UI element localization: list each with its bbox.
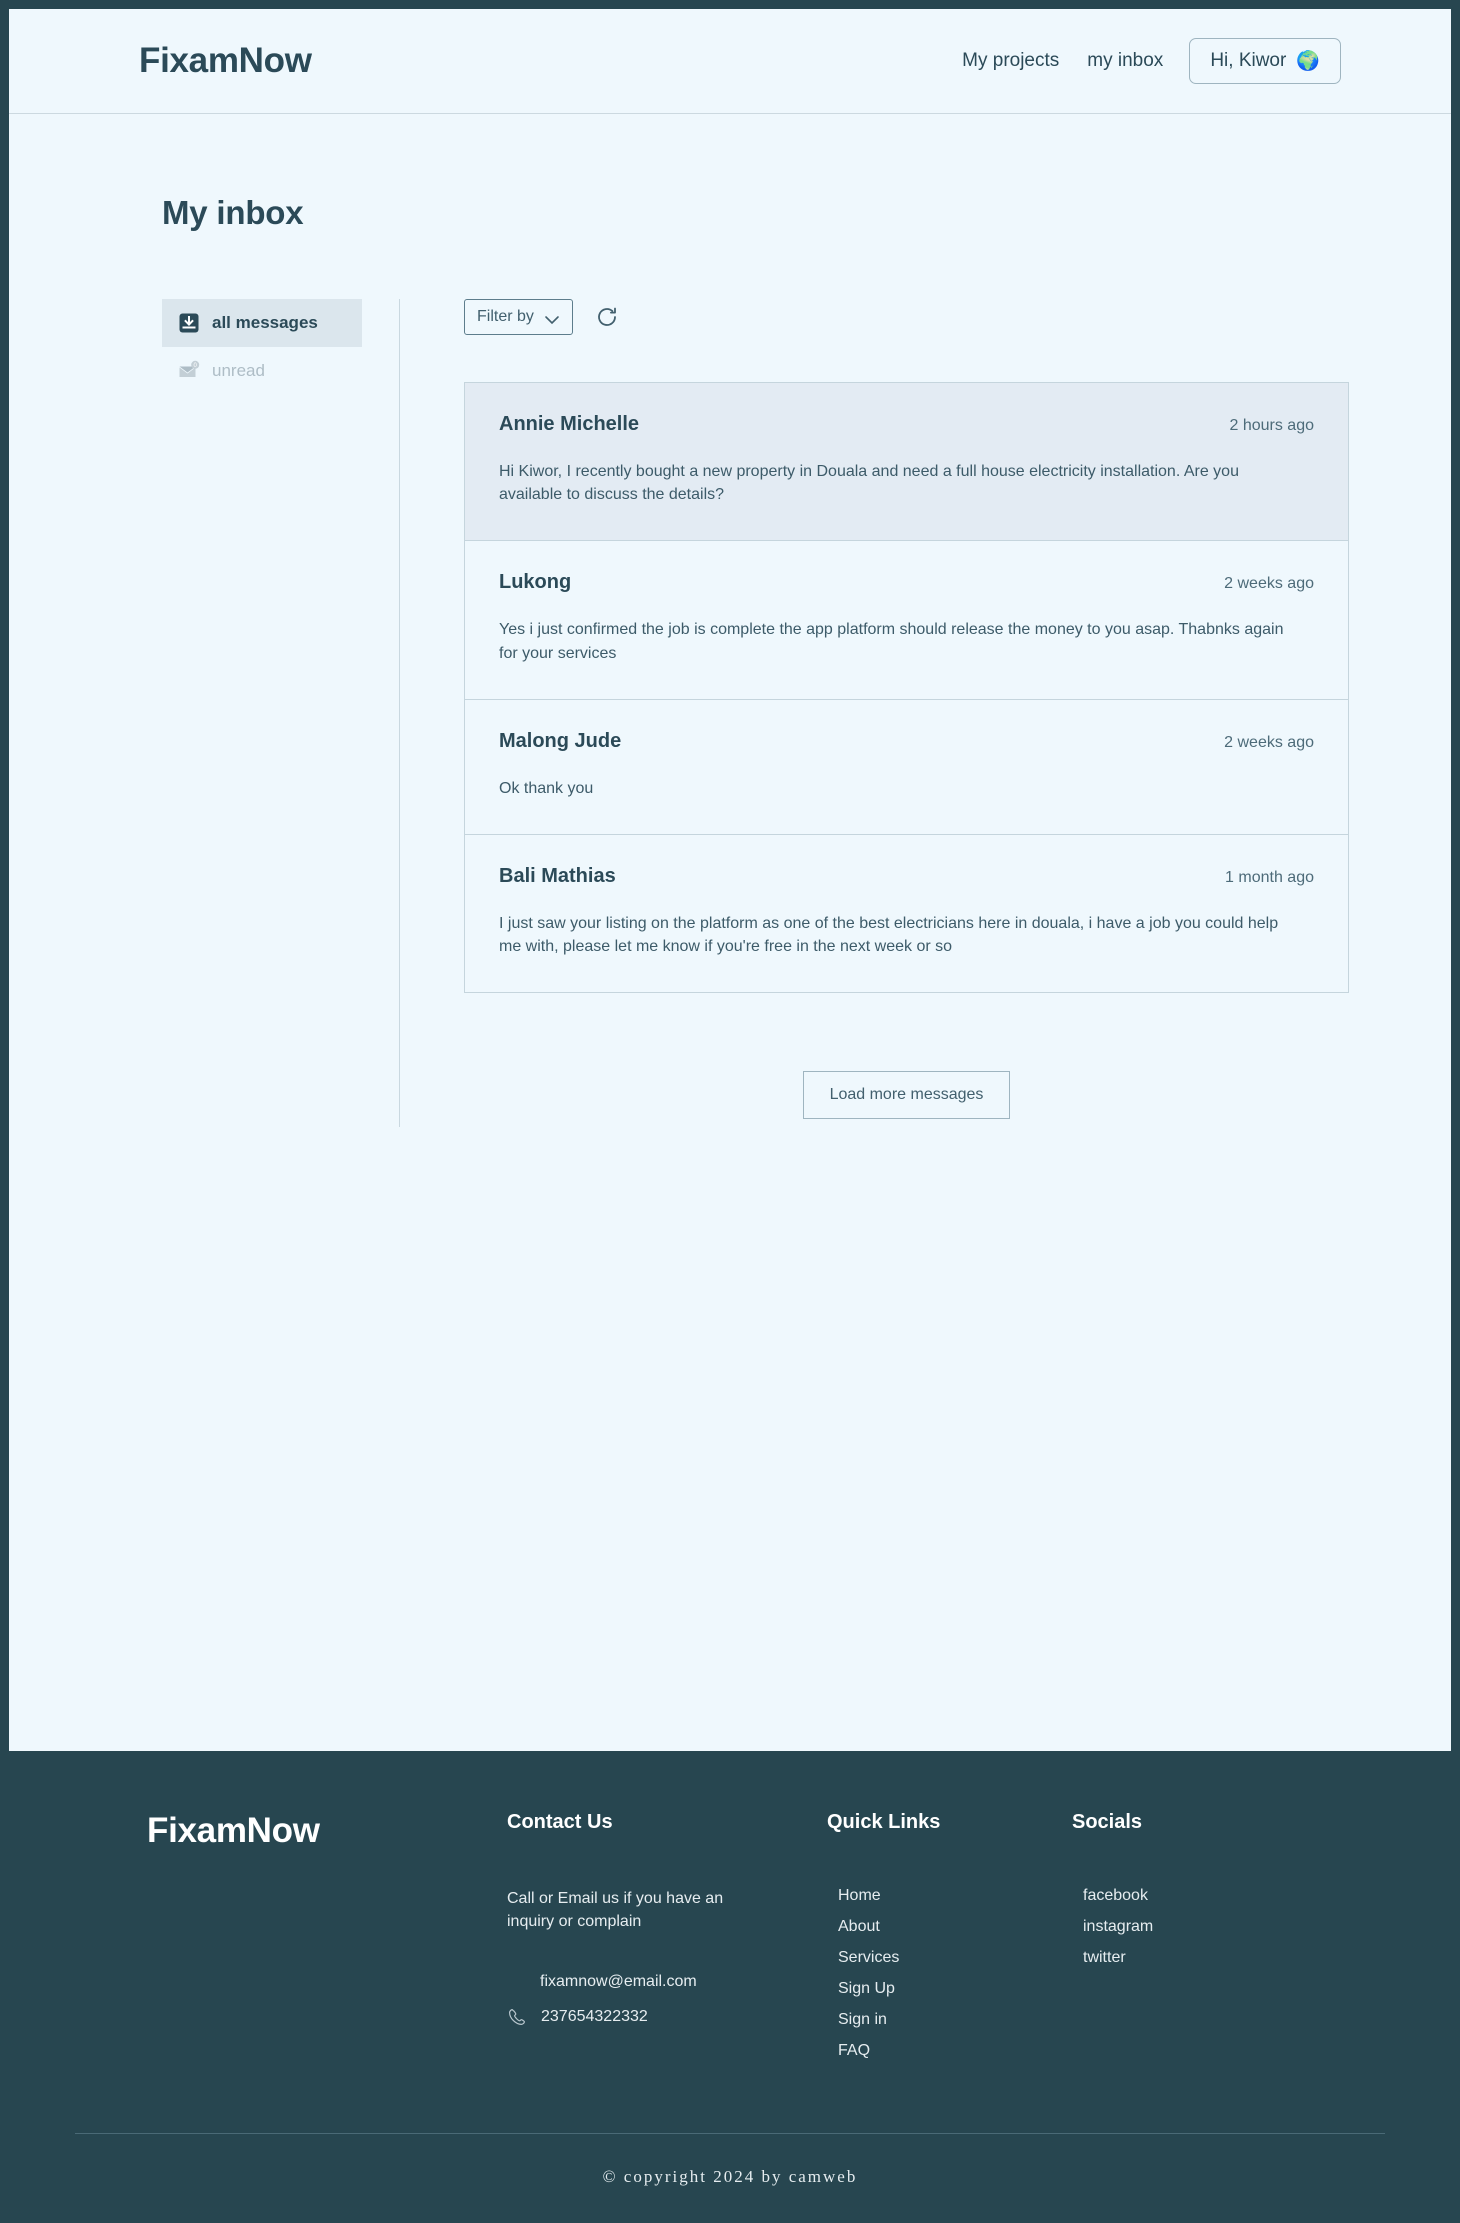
message-sender: Lukong <box>499 571 572 594</box>
phone-icon <box>507 2007 527 2027</box>
footer-email-value: fixamnow@email.com <box>540 1973 697 1991</box>
inbox-icon <box>178 312 200 334</box>
footer-link-about[interactable]: About <box>827 1918 1072 1936</box>
footer-link-sign-in[interactable]: Sign in <box>827 2011 1072 2029</box>
footer-social-facebook[interactable]: facebook <box>1072 1887 1321 1905</box>
message-sender: Bali Mathias <box>499 864 616 887</box>
footer-quicklinks-heading: Quick Links <box>827 1811 941 1833</box>
nav-my-inbox[interactable]: my inbox <box>1085 46 1165 76</box>
sidebar-item-unread-label: unread <box>212 361 265 380</box>
message-body: I just saw your listing on the platform … <box>499 914 1279 956</box>
sidebar-item-all-messages-label: all messages <box>212 313 318 332</box>
filter-by-label: Filter by <box>477 308 534 325</box>
avatar-icon: 🌍 <box>1296 50 1320 72</box>
footer-socials-column: Socials facebook instagram twitter <box>1072 1811 1321 2073</box>
message-header: Lukong 2 weeks ago <box>499 571 1314 594</box>
sidebar-item-unread[interactable]: 0 unread <box>162 347 362 395</box>
footer-link-sign-up[interactable]: Sign Up <box>827 1980 1072 1998</box>
message-header: Bali Mathias 1 month ago <box>499 865 1314 888</box>
footer-email-line[interactable]: fixamnow@email.com <box>507 1973 827 1991</box>
message-row[interactable]: Malong Jude 2 weeks ago Ok thank you <box>465 699 1348 835</box>
message-sender: Malong Jude <box>499 729 622 752</box>
footer-social-instagram[interactable]: instagram <box>1072 1918 1321 1936</box>
footer-phone-value: 237654322332 <box>541 2008 648 2026</box>
footer-link-faq[interactable]: FAQ <box>827 2042 1072 2060</box>
main-bottom-spacer <box>9 1127 1451 1302</box>
footer-brand-column: FixamNow <box>147 1811 507 2073</box>
footer-contact-text: Call or Email us if you have an inquiry … <box>507 1890 724 1931</box>
main-nav: My projects my inbox Hi, Kiwor 🌍 <box>960 38 1341 84</box>
user-chip-button[interactable]: Hi, Kiwor 🌍 <box>1189 38 1341 84</box>
footer-quicklinks-column: Quick Links Home About Services Sign Up … <box>827 1811 1072 2073</box>
message-body: Hi Kiwor, I recently bought a new proper… <box>499 463 1239 504</box>
footer-brand-logo: FixamNow <box>147 1811 320 1850</box>
main-content: My inbox all messages 0 unread Filter by… <box>9 114 1451 1751</box>
refresh-icon <box>595 307 619 332</box>
filter-by-dropdown[interactable]: Filter by <box>464 299 573 335</box>
footer-link-services[interactable]: Services <box>827 1949 1072 1967</box>
user-greeting-label: Hi, Kiwor <box>1210 50 1287 71</box>
site-header: FixamNow My projects my inbox Hi, Kiwor … <box>9 9 1451 114</box>
refresh-button[interactable] <box>593 303 621 331</box>
message-header: Malong Jude 2 weeks ago <box>499 730 1314 753</box>
message-header: Annie Michelle 2 hours ago <box>499 413 1314 436</box>
copyright-text: © copyright 2024 by camweb <box>602 2167 858 2186</box>
message-row[interactable]: Lukong 2 weeks ago Yes i just confirmed … <box>465 541 1348 700</box>
inbox-layout: all messages 0 unread Filter by Annie Mi… <box>9 299 1451 1128</box>
nav-my-projects[interactable]: My projects <box>960 46 1061 76</box>
message-row[interactable]: Bali Mathias 1 month ago I just saw your… <box>465 834 1348 993</box>
load-more-container: Load more messages <box>464 1071 1349 1127</box>
message-row[interactable]: Annie Michelle 2 hours ago Hi Kiwor, I r… <box>465 383 1348 542</box>
footer-phone-line[interactable]: 237654322332 <box>507 2007 827 2027</box>
message-sender: Annie Michelle <box>499 413 640 435</box>
message-body: Yes i just confirmed the job is complete… <box>499 621 1284 662</box>
footer-columns: FixamNow Contact Us Call or Email us if … <box>9 1811 1451 2073</box>
envelope-badge-icon: 0 <box>178 360 200 382</box>
site-footer: FixamNow Contact Us Call or Email us if … <box>9 1751 1451 2223</box>
brand-logo[interactable]: FixamNow <box>139 41 312 81</box>
footer-social-twitter[interactable]: twitter <box>1072 1949 1321 1967</box>
message-list: Annie Michelle 2 hours ago Hi Kiwor, I r… <box>464 382 1349 994</box>
inbox-sidebar: all messages 0 unread <box>162 299 362 1127</box>
message-timestamp: 2 weeks ago <box>1224 733 1314 751</box>
message-body: Ok thank you <box>499 779 594 797</box>
app-page: FixamNow My projects my inbox Hi, Kiwor … <box>9 9 1451 1751</box>
sidebar-item-all-messages[interactable]: all messages <box>162 299 362 347</box>
footer-socials-list: facebook instagram twitter <box>1072 1887 1321 1967</box>
message-timestamp: 2 hours ago <box>1229 417 1314 434</box>
footer-link-home[interactable]: Home <box>827 1887 1072 1905</box>
message-timestamp: 2 weeks ago <box>1224 575 1314 593</box>
footer-socials-heading: Socials <box>1072 1811 1143 1833</box>
chevron-down-icon <box>544 312 560 325</box>
footer-contact-column: Contact Us Call or Email us if you have … <box>507 1811 827 2073</box>
message-timestamp: 1 month ago <box>1225 868 1314 886</box>
messages-toolbar: Filter by <box>464 299 1349 335</box>
load-more-button[interactable]: Load more messages <box>802 1071 1011 1120</box>
page-title: My inbox <box>162 194 304 231</box>
footer-quicklinks-list: Home About Services Sign Up Sign in FAQ <box>827 1887 1072 2060</box>
messages-panel: Filter by Annie Michelle 2 hours ago Hi … <box>400 299 1451 1127</box>
footer-contact-heading: Contact Us <box>507 1811 613 1833</box>
